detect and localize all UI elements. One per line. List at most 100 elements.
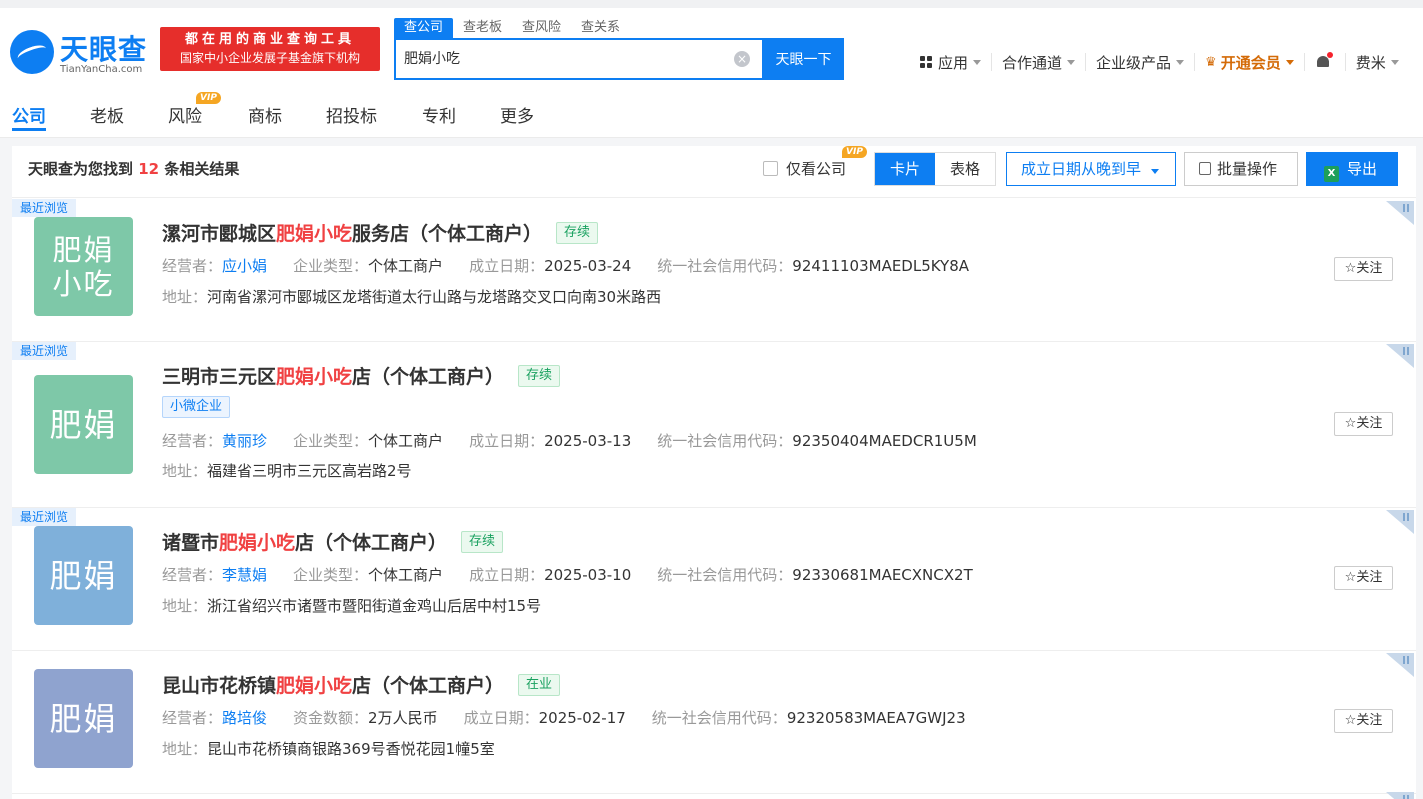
search-tab-relation[interactable]: 查关系 <box>571 18 630 38</box>
company-name[interactable]: 诸暨市 肥娟小吃 店（个体工商户） 存续 <box>162 528 504 555</box>
result-card[interactable]: 最近浏览 肥娟 三明市三元区 肥娟小吃 店（个体工商户） 存续 小微企业 经营者：黄… <box>12 342 1416 508</box>
tab-more[interactable]: 更多 <box>500 102 534 127</box>
company-name-prefix: 漯河市郾城区 <box>162 223 277 245</box>
result-card[interactable]: 最近浏览 肥娟 诸暨市 肥娟小吃 店（个体工商户） 存续 经营者：李慧娟 企业类型：… <box>12 508 1416 651</box>
tab-bidding[interactable]: 招投标 <box>326 102 377 127</box>
search-input[interactable] <box>404 50 724 66</box>
company-avatar[interactable]: 肥娟 小吃 <box>34 217 133 316</box>
chevron-down-icon <box>1067 59 1076 65</box>
company-address: 地址：昆山市花桥镇商银路369号香悦花园1幢5室 <box>162 740 495 758</box>
vip-badge: VIP <box>196 92 221 104</box>
company-name-prefix: 诸暨市 <box>162 532 220 554</box>
qr-code-icon[interactable] <box>1386 653 1414 677</box>
company-avatar[interactable]: 肥娟 <box>34 526 133 625</box>
tianyancha-logo[interactable]: 天眼查 TianYanCha.com <box>10 26 150 80</box>
follow-label: 关注 <box>1356 416 1383 431</box>
active-tab-underline <box>12 128 46 131</box>
banner-line-1: 都在用的商业查询工具 <box>184 32 355 47</box>
company-name[interactable]: 漯河市郾城区 肥娟小吃 服务店（个体工商户） 存续 <box>162 219 599 246</box>
search-tab-risk[interactable]: 查风险 <box>512 18 571 38</box>
meta-credit-code: 统一社会信用代码：92411103MAEDL5KY8A <box>657 257 970 275</box>
operator-link[interactable]: 李慧娟 <box>222 566 267 584</box>
search-box: × <box>394 38 764 80</box>
nav-cooperation-label: 合作通道 <box>1002 53 1063 72</box>
nav-apps[interactable]: 应用 <box>910 53 993 72</box>
tab-boss[interactable]: 老板 <box>90 102 124 127</box>
qr-code-icon[interactable] <box>1386 201 1414 225</box>
qr-code-icon[interactable] <box>1386 792 1414 799</box>
nav-enterprise-label: 企业级产品 <box>1096 53 1172 72</box>
search-type-tabs: 查公司 查老板 查风险 查关系 <box>394 18 630 38</box>
meta-operator: 经营者：应小娟 <box>162 257 268 275</box>
meta-type: 企业类型：个体工商户 <box>293 566 444 584</box>
export-button[interactable]: X 导出 <box>1306 152 1398 186</box>
operator-link[interactable]: 路培俊 <box>222 709 267 727</box>
results-toolbar: 天眼查为您找到 12 条相关结果 仅看公司 VIP 卡片 表格 成立日期从晚到早… <box>12 146 1416 198</box>
result-card[interactable]: 最近浏览 肥娟 小吃 漯河市郾城区 肥娟小吃 服务店（个体工商户） 存续 经营者：应… <box>12 199 1416 342</box>
star-icon: ☆ <box>1344 713 1357 728</box>
follow-button[interactable]: ☆关注 <box>1334 566 1393 590</box>
meta-operator: 经营者：黄丽珍 <box>162 432 268 450</box>
follow-button[interactable]: ☆关注 <box>1334 709 1393 733</box>
batch-operation-button[interactable]: 批量操作 <box>1184 152 1298 186</box>
only-company-label: 仅看公司 <box>786 160 847 178</box>
status-badge: 存续 <box>461 530 504 553</box>
follow-button[interactable]: ☆关注 <box>1334 257 1393 281</box>
tab-risk[interactable]: 风险 <box>168 102 202 127</box>
nav-cooperation[interactable]: 合作通道 <box>992 53 1087 72</box>
results-suffix: 条相关结果 <box>164 160 240 178</box>
recent-viewed-tag: 最近浏览 <box>12 508 77 526</box>
status-badge: 在业 <box>518 673 561 696</box>
company-avatar[interactable]: 肥娟 <box>34 375 133 474</box>
search-tab-boss[interactable]: 查老板 <box>453 18 512 38</box>
clear-icon[interactable]: × <box>734 51 750 67</box>
excel-icon: X <box>1324 166 1339 182</box>
top-header: 天眼查 TianYanCha.com 都在用的商业查询工具 国家中小企业发展子基… <box>0 0 1423 92</box>
meta-operator: 经营者：路培俊 <box>162 709 268 727</box>
sort-dropdown[interactable]: 成立日期从晚到早 <box>1006 152 1176 186</box>
operator-link[interactable]: 应小娟 <box>222 257 267 275</box>
star-icon: ☆ <box>1344 570 1357 585</box>
card-view-button[interactable]: 卡片 <box>875 153 935 185</box>
tab-company[interactable]: 公司 <box>12 102 46 127</box>
chevron-down-icon <box>1285 59 1294 65</box>
avatar-text-line-2: 小吃 <box>52 266 115 301</box>
company-address: 地址：浙江省绍兴市诸暨市暨阳街道金鸡山后居中村15号 <box>162 597 542 615</box>
company-avatar[interactable]: 肥娟 <box>34 669 133 768</box>
nav-vip[interactable]: ♛ 开通会员 <box>1195 53 1305 72</box>
meta-type: 企业类型：个体工商户 <box>293 432 444 450</box>
results-number: 12 <box>138 160 160 178</box>
nav-user[interactable]: 费米 <box>1346 53 1409 72</box>
follow-button[interactable]: ☆关注 <box>1334 412 1393 436</box>
company-name-highlight: 肥娟小吃 <box>219 532 296 554</box>
only-company-filter[interactable]: 仅看公司 <box>763 158 846 179</box>
result-card[interactable]: 肥娟 昆山市花桥镇 肥娟小吃 店（个体工商户） 在业 经营者：路培俊 资金数额：2万… <box>12 651 1416 794</box>
company-name[interactable]: 三明市三元区 肥娟小吃 店（个体工商户） 存续 <box>162 362 561 389</box>
nav-notifications[interactable] <box>1305 52 1346 71</box>
logo-text: 天眼查 <box>60 33 148 66</box>
meta-operator: 经营者：李慧娟 <box>162 566 268 584</box>
qr-code-icon[interactable] <box>1386 344 1414 368</box>
search-tab-company[interactable]: 查公司 <box>394 18 454 38</box>
follow-label: 关注 <box>1356 713 1383 728</box>
table-view-button[interactable]: 表格 <box>935 153 995 185</box>
user-name: 费米 <box>1355 53 1386 72</box>
only-company-checkbox[interactable] <box>763 161 778 176</box>
avatar-text: 肥娟 <box>49 405 118 444</box>
operator-link[interactable]: 黄丽珍 <box>222 432 267 450</box>
nav-enterprise[interactable]: 企业级产品 <box>1086 53 1196 72</box>
search-button[interactable]: 天眼一下 <box>763 38 844 80</box>
promo-banner[interactable]: 都在用的商业查询工具 国家中小企业发展子基金旗下机构 <box>160 27 380 71</box>
status-badge: 存续 <box>556 221 599 244</box>
tab-trademark[interactable]: 商标 <box>248 102 282 127</box>
export-label: 导出 <box>1347 160 1378 178</box>
bell-icon <box>1315 52 1333 70</box>
status-badge: 存续 <box>518 364 561 387</box>
company-address: 地址：福建省三明市三元区高岩路2号 <box>162 462 412 480</box>
qr-code-icon[interactable] <box>1386 510 1414 534</box>
nav-apps-label: 应用 <box>938 53 969 72</box>
company-name[interactable]: 昆山市花桥镇 肥娟小吃 店（个体工商户） 在业 <box>162 671 561 698</box>
banner-line-2: 国家中小企业发展子基金旗下机构 <box>179 51 360 65</box>
tab-patent[interactable]: 专利 <box>422 102 456 127</box>
chevron-down-icon <box>1176 59 1185 65</box>
